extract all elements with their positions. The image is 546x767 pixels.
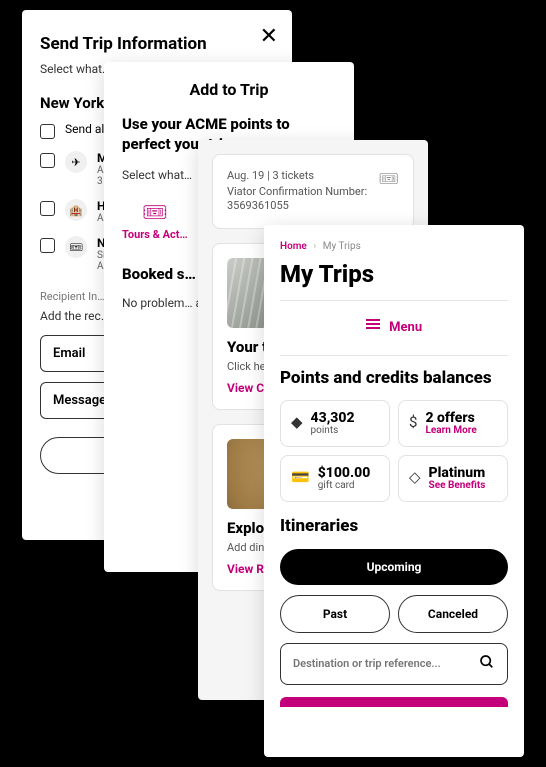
- ticket-icon: 🎟: [379, 169, 399, 188]
- gift-card-icon: 💳: [291, 468, 310, 486]
- hamburger-icon: [366, 317, 380, 331]
- tab-past[interactable]: Past: [280, 595, 390, 633]
- points-tile[interactable]: ◆ 43,302 points: [280, 400, 390, 447]
- tier-tile[interactable]: ◇ Platinum See Benefits: [398, 455, 508, 502]
- category-label: Tours & Act…: [122, 228, 188, 241]
- menu-button[interactable]: Menu: [280, 313, 508, 347]
- breadcrumb-home[interactable]: Home: [280, 241, 307, 252]
- close-icon[interactable]: ✕: [260, 24, 278, 49]
- confirmation-label: Viator Confirmation Number:: [227, 185, 399, 199]
- search-field[interactable]: [280, 643, 508, 685]
- search-icon[interactable]: [479, 654, 495, 674]
- gift-card-value: $100.00: [318, 466, 371, 480]
- booking-card: 🎟 Aug. 19 | 3 tickets Viator Confirmatio…: [212, 154, 414, 229]
- points-label: points: [311, 425, 355, 436]
- diamond-icon: ◆: [291, 413, 303, 431]
- divider: [280, 300, 508, 301]
- points-value: 43,302: [311, 411, 355, 425]
- dollar-icon: $: [409, 413, 417, 431]
- breadcrumb: Home › My Trips: [280, 241, 508, 252]
- gift-card-label: gift card: [318, 480, 371, 491]
- balances-heading: Points and credits balances: [280, 368, 508, 388]
- offers-value: 2 offers: [425, 411, 476, 425]
- offers-tile[interactable]: $ 2 offers Learn More: [398, 400, 508, 447]
- see-benefits-link[interactable]: See Benefits: [429, 480, 486, 491]
- page-title: My Trips: [280, 260, 508, 288]
- accent-bar: [280, 697, 508, 707]
- ticket-icon: 🎟: [142, 200, 167, 224]
- panel-title: Send Trip Information: [40, 34, 274, 54]
- checkbox-icon[interactable]: [40, 201, 55, 216]
- checkbox-icon[interactable]: [40, 153, 55, 168]
- panel-title: Add to Trip: [122, 80, 336, 99]
- tab-canceled[interactable]: Canceled: [398, 595, 508, 633]
- chevron-right-icon: ›: [313, 241, 316, 252]
- divider: [280, 355, 508, 356]
- ticket-icon: 🎟: [65, 236, 87, 258]
- booking-meta: Aug. 19 | 3 tickets: [227, 169, 399, 182]
- tier-value: Platinum: [429, 466, 486, 480]
- category-tours[interactable]: 🎟 Tours & Act…: [122, 200, 188, 241]
- tab-upcoming[interactable]: Upcoming: [280, 549, 508, 585]
- diamond-outline-icon: ◇: [409, 468, 421, 486]
- menu-label: Menu: [389, 320, 422, 335]
- breadcrumb-current: My Trips: [323, 241, 361, 252]
- checkbox-icon[interactable]: [40, 238, 55, 253]
- my-trips-panel: Home › My Trips My Trips Menu Points and…: [264, 225, 524, 757]
- checkbox-icon[interactable]: [40, 124, 55, 139]
- search-input[interactable]: [293, 657, 471, 670]
- confirmation-number: 3569361055: [227, 199, 399, 213]
- gift-card-tile[interactable]: 💳 $100.00 gift card: [280, 455, 390, 502]
- itineraries-heading: Itineraries: [280, 516, 508, 536]
- plane-icon: ✈: [65, 151, 87, 173]
- hotel-icon: 🏨: [65, 199, 87, 221]
- learn-more-link[interactable]: Learn More: [425, 425, 476, 436]
